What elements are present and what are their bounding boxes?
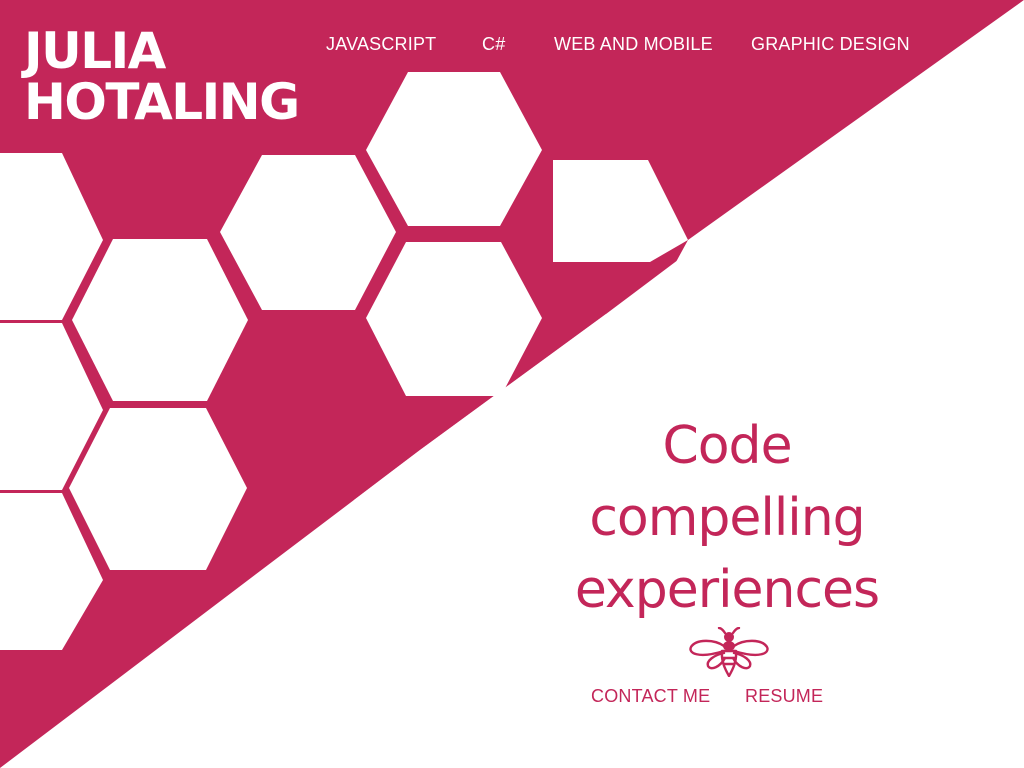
hero-line-3: experiences xyxy=(574,560,880,620)
nav-item-csharp[interactable]: C# xyxy=(482,33,505,55)
nav-item-graphic-design[interactable]: GRAPHIC DESIGN xyxy=(751,33,910,55)
nav-item-web-and-mobile[interactable]: WEB AND MOBILE xyxy=(554,33,713,55)
hero-headline: Code compelling experiences xyxy=(540,410,914,626)
resume-link[interactable]: RESUME xyxy=(745,685,823,707)
hero-line-1: Code xyxy=(662,416,792,476)
bee-icon xyxy=(689,627,769,677)
contact-me-link[interactable]: CONTACT ME xyxy=(591,685,710,707)
portfolio-page: JULIA HOTALING JAVASCRIPT C# WEB AND MOB… xyxy=(0,0,1024,768)
nav-item-javascript[interactable]: JAVASCRIPT xyxy=(326,33,436,55)
brand-last-name: HOTALING xyxy=(24,73,300,131)
main-nav: JAVASCRIPT C# WEB AND MOBILE GRAPHIC DES… xyxy=(0,33,1024,55)
hero-line-2: compelling xyxy=(589,488,865,548)
